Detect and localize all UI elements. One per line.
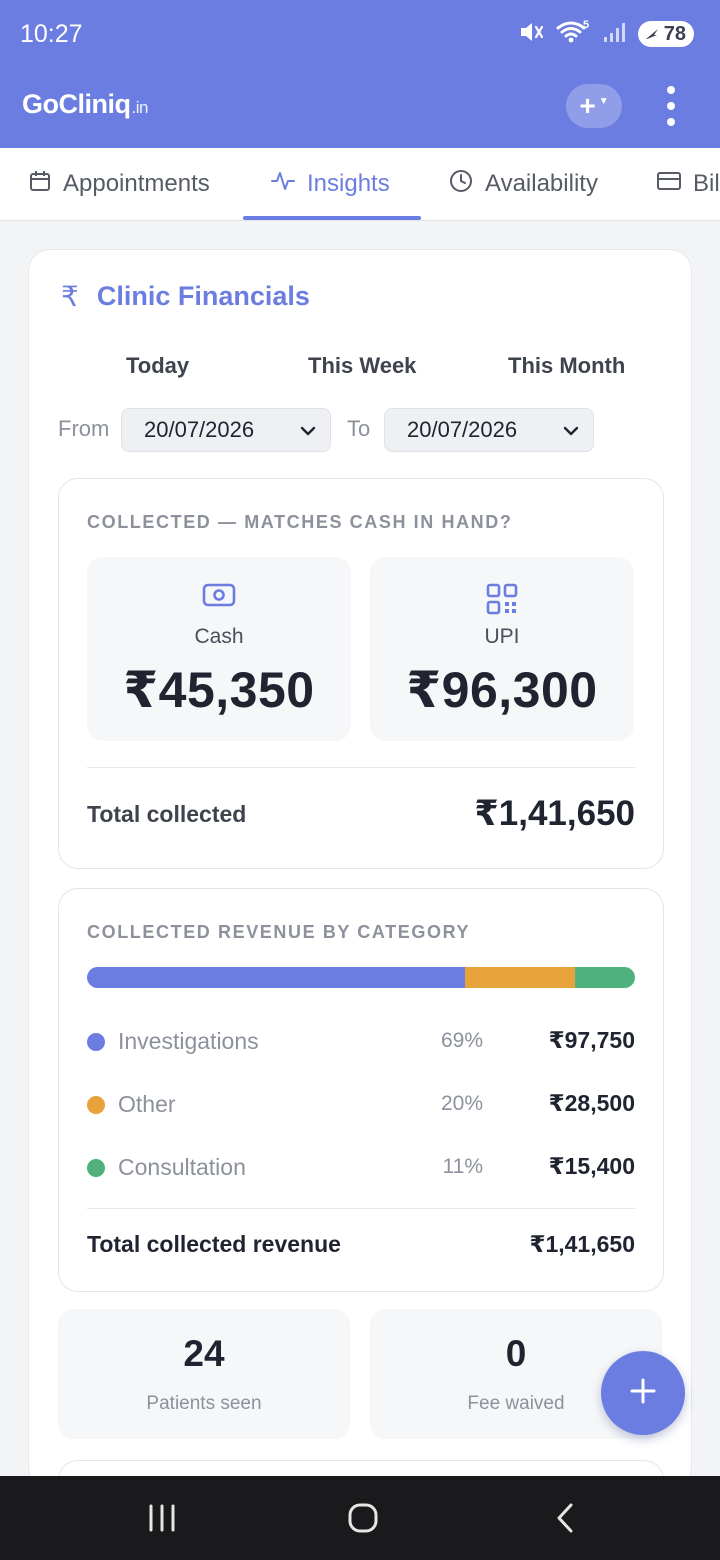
total-revenue-value: ₹1,41,650 (529, 1231, 635, 1257)
home-button[interactable] (323, 1476, 403, 1560)
rupee-icon: ₹ (61, 281, 79, 312)
tab-availability[interactable]: Availability (449, 148, 598, 220)
legend-dot (87, 1096, 105, 1114)
active-tab-indicator (243, 216, 421, 220)
period-this-month[interactable]: This Month (508, 353, 625, 379)
tab-label: Availability (485, 170, 598, 197)
category-percent: 20% (440, 1092, 483, 1115)
revenue-by-category-panel: COLLECTED REVENUE BY CATEGORY Investigat… (58, 888, 664, 1292)
category-amount: ₹97,750 (548, 1027, 635, 1053)
wifi-icon: 5 (556, 19, 590, 50)
dot (667, 118, 675, 126)
calendar-icon (29, 170, 51, 199)
card-icon (657, 170, 681, 198)
tab-bar: Appointments Insights Availability Bil (0, 148, 720, 221)
total-collected-value: ₹1,41,650 (474, 794, 635, 833)
tab-label: Appointments (63, 170, 210, 197)
patients-seen-value: 24 (183, 1333, 225, 1374)
category-amount: ₹28,500 (548, 1090, 635, 1116)
clock-icon (449, 169, 473, 200)
tab-billing[interactable]: Bil (657, 148, 720, 220)
to-label: To (347, 416, 371, 441)
category-row-other: Other 20% ₹28,500 (87, 1085, 635, 1125)
network-badge: 5 (583, 19, 589, 31)
overflow-menu-button[interactable] (660, 86, 682, 126)
system-nav-bar (0, 1476, 720, 1560)
category-row-investigations: Investigations 69% ₹97,750 (87, 1022, 635, 1062)
recents-icon (149, 1504, 175, 1532)
period-today[interactable]: Today (126, 353, 189, 379)
to-date-select[interactable]: 20/07/2026 (384, 408, 594, 452)
category-percent: 69% (440, 1029, 483, 1052)
category-row-consultation: Consultation 11% ₹15,400 (87, 1148, 635, 1188)
chevron-down-icon (561, 421, 581, 447)
banknote-icon (87, 583, 351, 607)
clinic-financials-card: ₹ Clinic Financials Today This Week This… (28, 249, 692, 1500)
divider (87, 767, 635, 768)
upi-box: UPI ₹96,300 (370, 557, 634, 741)
from-label: From (58, 416, 110, 441)
patients-seen-stat: 24 Patients seen (58, 1309, 350, 1439)
share-segment (465, 967, 575, 988)
cash-box: Cash ₹45,350 (87, 557, 351, 741)
signal-icon (602, 19, 626, 50)
card-title-text: Clinic Financials (96, 281, 310, 311)
tab-label: Bil (693, 170, 720, 197)
qr-code-icon (370, 583, 634, 615)
plus-icon (628, 1376, 658, 1411)
period-this-week[interactable]: This Week (308, 353, 416, 379)
back-icon (557, 1503, 573, 1533)
upi-amount: ₹96,300 (406, 662, 598, 718)
share-segment (574, 967, 635, 988)
status-time: 10:27 (20, 20, 83, 48)
quick-add-button[interactable]: + ▼ (566, 84, 622, 128)
tab-appointments[interactable]: Appointments (29, 148, 210, 220)
category-name: Consultation (118, 1154, 246, 1180)
brand-name: GoCliniq (22, 89, 131, 119)
from-date-value: 20/07/2026 (144, 417, 255, 442)
brand-logo[interactable]: GoCliniq.in (22, 89, 148, 120)
legend-dot (87, 1033, 105, 1051)
revenue-heading: COLLECTED REVENUE BY CATEGORY (87, 922, 471, 942)
recent-apps-button[interactable] (122, 1476, 202, 1560)
status-icons: 5 78 (518, 18, 694, 50)
caret-down-icon: ▼ (598, 95, 609, 107)
upi-label: UPI (484, 625, 520, 648)
cash-label: Cash (194, 625, 244, 648)
from-date-select[interactable]: 20/07/2026 (121, 408, 331, 452)
tab-label: Insights (307, 170, 390, 197)
app-header: 10:27 5 78 GoCliniq.in + ▼ (0, 0, 720, 148)
collected-heading: COLLECTED — MATCHES CASH IN HAND? (87, 512, 513, 532)
dot (667, 86, 675, 94)
charging-icon (645, 29, 658, 39)
add-fab-button[interactable] (601, 1351, 685, 1435)
mute-icon (518, 19, 544, 50)
category-name: Investigations (118, 1028, 259, 1054)
battery-indicator: 78 (637, 21, 694, 47)
legend-dot (87, 1159, 105, 1177)
dot (667, 102, 675, 110)
back-button[interactable] (525, 1476, 605, 1560)
total-collected-label: Total collected (87, 801, 247, 827)
card-title: ₹ Clinic Financials (61, 280, 310, 313)
activity-icon (271, 170, 295, 199)
chevron-down-icon (298, 421, 318, 447)
category-share-bar (87, 967, 635, 988)
tab-insights[interactable]: Insights (271, 148, 390, 220)
patients-seen-label: Patients seen (146, 1393, 262, 1414)
category-percent: 11% (442, 1155, 483, 1178)
battery-level: 78 (663, 22, 686, 45)
total-revenue-label: Total collected revenue (87, 1231, 341, 1257)
collected-panel: COLLECTED — MATCHES CASH IN HAND? Cash ₹… (58, 478, 664, 869)
divider (87, 1208, 635, 1209)
home-icon (348, 1503, 378, 1533)
cash-amount: ₹45,350 (123, 662, 315, 718)
plus-icon: + (579, 90, 596, 121)
category-name: Other (118, 1091, 176, 1117)
share-segment (87, 967, 466, 988)
category-amount: ₹15,400 (548, 1153, 635, 1179)
brand-tld: .in (131, 98, 148, 117)
to-date-value: 20/07/2026 (407, 417, 518, 442)
